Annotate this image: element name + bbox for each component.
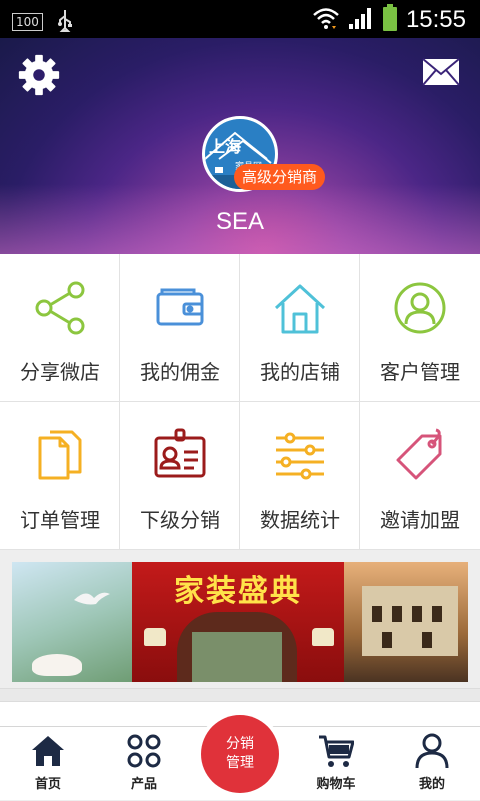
villa-window xyxy=(422,632,432,648)
menu-my-store[interactable]: 我的店铺 xyxy=(240,254,360,402)
wifi-icon xyxy=(312,6,340,34)
tab-label: 产品 xyxy=(96,773,192,792)
battery-icon xyxy=(382,4,398,36)
grid-icon xyxy=(126,733,162,769)
villa-window xyxy=(392,606,402,622)
cart-icon xyxy=(318,733,354,769)
tab-label: 购物车 xyxy=(288,773,384,792)
banner-title: 家装盛典 xyxy=(132,566,344,610)
bed-image xyxy=(192,632,282,682)
tab-label: 我的 xyxy=(384,773,480,792)
documents-icon xyxy=(32,428,88,484)
villa-window xyxy=(382,632,392,648)
menu-label: 订单管理 xyxy=(0,504,120,533)
signal-icon xyxy=(348,6,374,34)
person-icon xyxy=(414,733,450,769)
menu-label: 客户管理 xyxy=(360,356,480,385)
distribution-management-button-ring: 分销管理 xyxy=(197,711,283,797)
villa-window xyxy=(432,606,442,622)
wallet-icon xyxy=(152,280,208,336)
tab-label: 首页 xyxy=(0,773,96,792)
usb-icon xyxy=(57,8,73,36)
menu-label: 分享微店 xyxy=(0,356,120,385)
logo-text-main: 上海 xyxy=(209,133,241,157)
lamp-image xyxy=(144,628,166,646)
profile-header: 上海 家具网 高级分销商 SEA xyxy=(0,38,480,254)
user-circle-icon xyxy=(392,280,448,336)
menu-label: 我的佣金 xyxy=(120,356,240,385)
tab-products[interactable]: 产品 xyxy=(96,733,192,801)
level-badge: 高级分销商 xyxy=(234,164,325,190)
tab-cart[interactable]: 购物车 xyxy=(288,733,384,801)
username: SEA xyxy=(0,208,480,236)
status-clock: 15:55 xyxy=(406,6,466,34)
menu-order-management[interactable]: 订单管理 xyxy=(0,402,120,550)
menu-label: 数据统计 xyxy=(240,504,360,533)
section-divider xyxy=(0,688,480,702)
id-badge-icon xyxy=(152,428,208,484)
menu-sub-distribution[interactable]: 下级分销 xyxy=(120,402,240,550)
dove-image xyxy=(72,588,112,608)
menu-invite-join[interactable]: 邀请加盟 xyxy=(360,402,480,550)
lamp-image xyxy=(312,628,334,646)
tab-home[interactable]: 首页 xyxy=(0,733,96,801)
menu-label: 邀请加盟 xyxy=(360,504,480,533)
menu-label: 我的店铺 xyxy=(240,356,360,385)
tag-icon xyxy=(392,428,448,484)
lotus-image xyxy=(32,654,82,676)
villa-window xyxy=(372,606,382,622)
sliders-icon xyxy=(272,428,328,484)
home-icon xyxy=(30,733,66,769)
tab-mine[interactable]: 我的 xyxy=(384,733,480,801)
promo-banner[interactable]: 家装盛典 xyxy=(12,562,468,682)
distribution-management-button[interactable]: 分销管理 xyxy=(201,715,279,793)
share-icon xyxy=(32,280,88,336)
gear-icon[interactable] xyxy=(16,52,62,98)
status-bar: 100 15:55 xyxy=(0,0,480,38)
villa-window xyxy=(412,606,422,622)
menu-label: 下级分销 xyxy=(120,504,240,533)
function-grid: 分享微店 我的佣金 我的店铺 xyxy=(0,254,480,550)
villa-image xyxy=(362,586,458,656)
battery-level-badge: 100 xyxy=(12,13,43,31)
menu-customer-management[interactable]: 客户管理 xyxy=(360,254,480,402)
menu-my-commission[interactable]: 我的佣金 xyxy=(120,254,240,402)
house-icon xyxy=(272,280,328,336)
menu-data-statistics[interactable]: 数据统计 xyxy=(240,402,360,550)
mail-icon[interactable] xyxy=(422,58,460,86)
menu-share-store[interactable]: 分享微店 xyxy=(0,254,120,402)
